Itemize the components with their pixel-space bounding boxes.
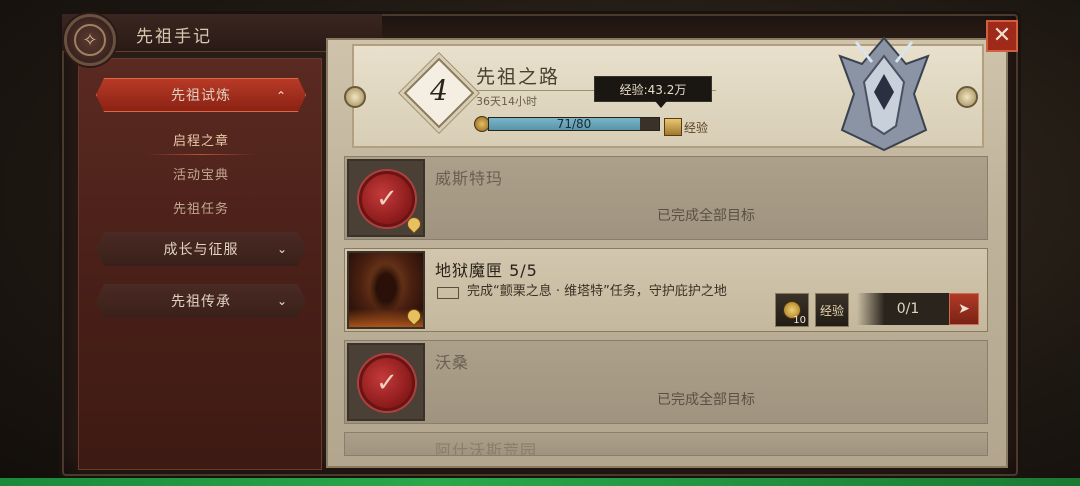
- quest-thumbnail: [347, 251, 425, 329]
- quest-name: 地狱魔匣 5/5: [435, 261, 538, 280]
- quest-row[interactable]: 地狱魔匣 5/5 完成“颤栗之息 · 维塔特”任务，守护庇护之地 10 经验 0…: [344, 248, 988, 332]
- quest-objective: 完成“颤栗之息 · 维塔特”任务，守护庇护之地: [467, 284, 727, 299]
- xp-progress-bar: 71/80: [488, 117, 660, 131]
- quest-thumbnail: ✓: [347, 343, 425, 421]
- chevron-up-icon: ⌃: [275, 89, 287, 103]
- quest-row[interactable]: ✓ 威斯特玛 已完成全部目标: [344, 156, 988, 240]
- reward-label: 经验: [819, 303, 844, 318]
- tab-ancestor-trial[interactable]: 先祖试炼 ⌃: [96, 78, 306, 112]
- rank-crest-icon: [838, 36, 930, 152]
- chest-icon: [664, 118, 682, 136]
- reward-label: 经验: [684, 121, 709, 135]
- game-screen: ✧ 先祖手记 先祖试炼 ⌃ 启程之章 活动宝典 先祖任务 成长与征服 ⌄ 先祖传…: [0, 0, 1080, 486]
- reward-count: 10: [793, 315, 806, 326]
- chevron-down-icon: ⌄: [276, 294, 288, 308]
- quest-name: 威斯特玛: [435, 169, 504, 188]
- quest-status: 已完成全部目标: [657, 392, 755, 408]
- chevron-down-icon: ⌄: [276, 242, 288, 256]
- ancestor-emblem-icon: ✧: [64, 14, 116, 66]
- navigate-button[interactable]: ➤: [949, 293, 979, 325]
- quest-name: 沃桑: [435, 353, 470, 372]
- tab-growth[interactable]: 成长与征服 ⌄: [96, 232, 306, 266]
- ornament-knob-icon: [956, 86, 978, 108]
- ornament-knob-icon: [344, 86, 366, 108]
- tab-label: 先祖传承: [171, 294, 231, 310]
- close-button[interactable]: ✕: [986, 20, 1018, 52]
- time-remaining: 36天14小时: [476, 95, 537, 108]
- tab-label: 成长与征服: [163, 242, 239, 258]
- quest-name: 阿什沃斯荒园: [435, 441, 538, 456]
- quest-row[interactable]: 阿什沃斯荒园: [344, 432, 988, 456]
- reward-item-xp[interactable]: 经验: [815, 293, 849, 327]
- completed-seal-icon: ✓: [359, 355, 415, 411]
- level-number: 4: [430, 74, 448, 107]
- quest-progress: 0/1: [857, 293, 949, 325]
- sub-item-codex[interactable]: 活动宝典: [96, 164, 306, 183]
- arrow-icon: ➤: [958, 301, 970, 317]
- quest-thumbnail: ✓: [347, 159, 425, 237]
- reward-item-coin[interactable]: 10: [775, 293, 809, 327]
- xp-reward[interactable]: 经验: [664, 112, 708, 136]
- sub-item-chapter[interactable]: 启程之章: [96, 130, 306, 155]
- tab-label: 先祖试炼: [171, 88, 231, 104]
- objective-checkbox: [437, 287, 459, 299]
- bottom-status-bar: [0, 478, 1080, 486]
- completed-seal-icon: ✓: [359, 171, 415, 227]
- quest-status: 已完成全部目标: [657, 208, 755, 224]
- path-title: 先祖之路: [476, 66, 561, 88]
- window-title: 先祖手记: [136, 27, 212, 47]
- sub-item-quests[interactable]: 先祖任务: [96, 198, 306, 217]
- quest-row[interactable]: ✓ 沃桑 已完成全部目标: [344, 340, 988, 424]
- tab-legacy[interactable]: 先祖传承 ⌄: [96, 284, 306, 318]
- xp-tooltip: 经验:43.2万: [594, 76, 712, 108]
- xp-text: 71/80: [556, 117, 592, 131]
